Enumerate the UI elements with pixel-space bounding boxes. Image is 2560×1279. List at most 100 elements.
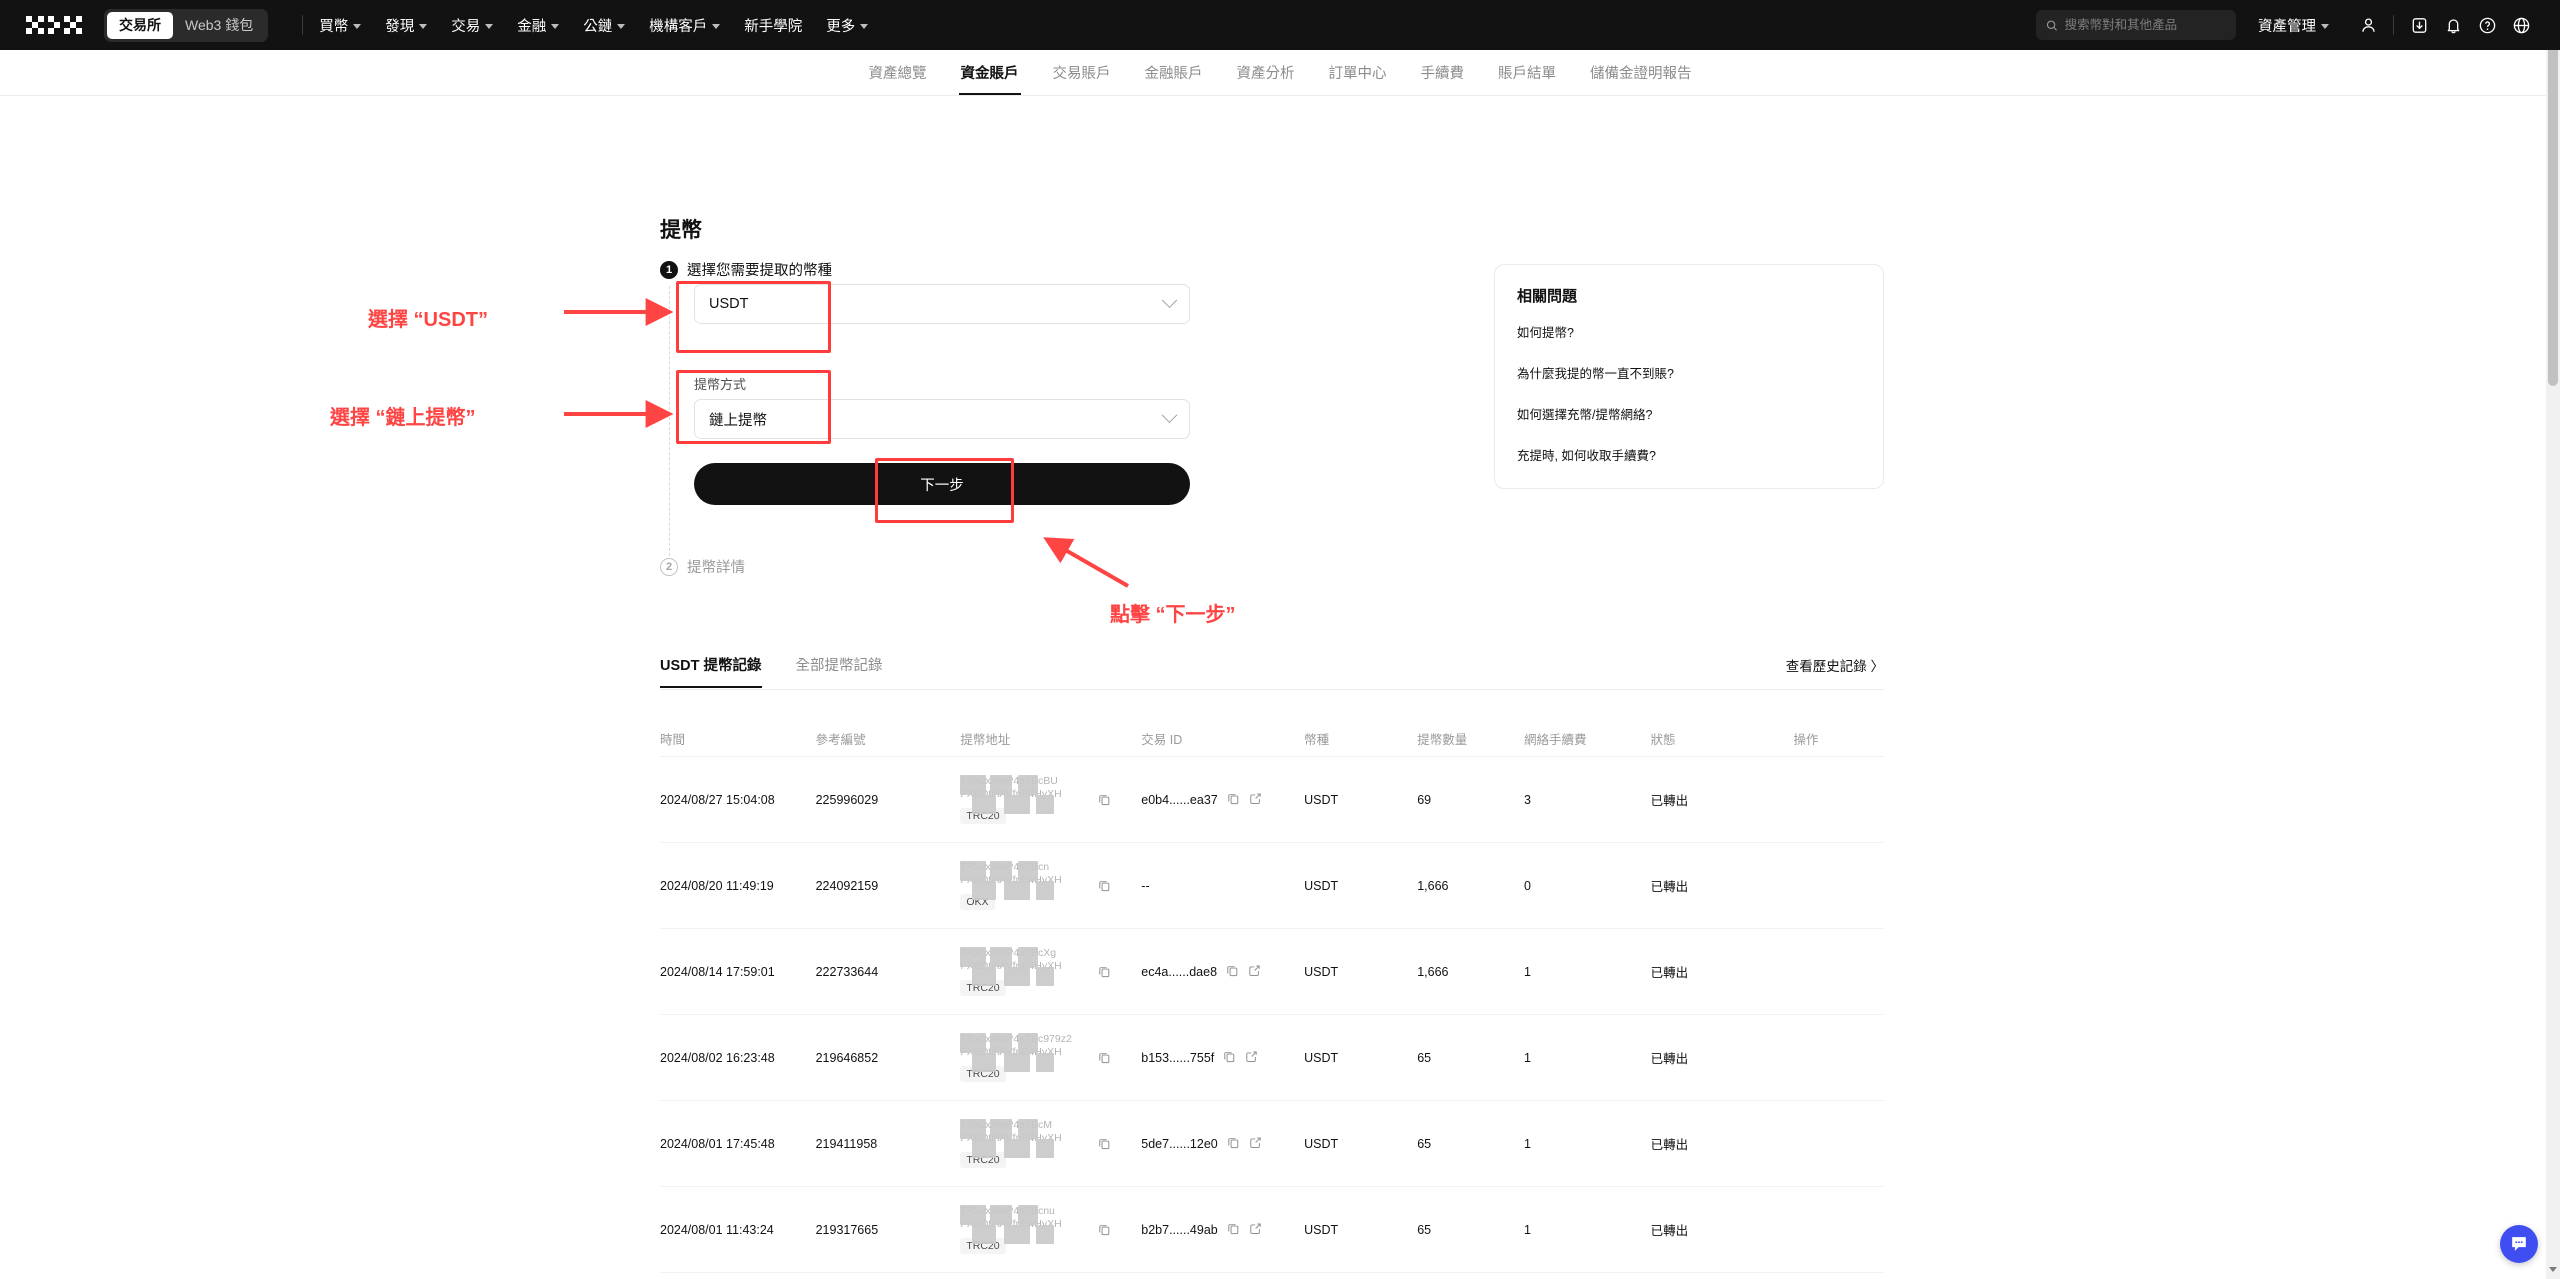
subnav-item-asset-overview[interactable]: 資產總覽 (867, 50, 929, 95)
cell-address: TRx0xAMP4a7Bcn FXBDtihAVfnE4HyXH OKX (960, 860, 1141, 911)
open-explorer-icon[interactable] (1249, 792, 1262, 808)
bell-icon[interactable] (2436, 8, 2470, 42)
okx-logo[interactable] (26, 16, 82, 34)
copy-txid-icon[interactable] (1227, 1136, 1240, 1152)
segment-exchange[interactable]: 交易所 (107, 11, 173, 39)
scroll-down-icon[interactable] (2549, 1267, 2557, 1272)
copy-txid-icon[interactable] (1223, 1050, 1236, 1066)
copy-address-icon[interactable] (1098, 879, 1111, 895)
menu-item-discover[interactable]: 發現 (385, 15, 428, 36)
withdrawal-records-table: 時間 參考編號 提幣地址 交易 ID 幣種 提幣數量 網絡手續費 狀態 操作 2… (660, 721, 1884, 1279)
chat-bubble-icon (2512, 1237, 2526, 1251)
download-icon[interactable] (2402, 8, 2436, 42)
tab-all-withdrawal-records[interactable]: 全部提幣記錄 (796, 654, 883, 688)
cell-address: TRx0xAMP4a7BcM FXBDtihAVfnE4HyXH TRC20 (960, 1118, 1141, 1169)
search-input[interactable] (2064, 18, 2226, 32)
menu-item-more[interactable]: 更多 (826, 15, 869, 36)
withdraw-method-select[interactable]: 鏈上提幣 (694, 399, 1190, 439)
search-box[interactable] (2036, 10, 2236, 40)
tab-usdt-withdrawal-records[interactable]: USDT 提幣記錄 (660, 654, 762, 688)
open-explorer-icon[interactable] (1249, 1136, 1262, 1152)
table-row: 2024/08/01 11:43:24 219317665 TRx0xAMP4a… (660, 1187, 1884, 1273)
subnav-item-trading-account[interactable]: 交易賬戶 (1051, 50, 1113, 95)
coin-select-value: USDT (709, 296, 749, 312)
column-header-status: 狀態 (1650, 733, 1676, 747)
chevron-down-icon (617, 23, 626, 29)
subnav-item-reserve-proof[interactable]: 儲備金證明報告 (1588, 50, 1694, 95)
nav-divider-2 (2393, 15, 2394, 35)
masked-address: TRx0xAMP4a7BcBU FXBDtihAVfnE4HyXH (960, 774, 1092, 814)
cell-time: 2024/08/14 17:59:01 (660, 964, 775, 979)
platform-switch[interactable]: 交易所 Web3 錢包 (104, 8, 269, 42)
chevron-down-icon (353, 23, 362, 29)
menu-item-finance[interactable]: 金融 (517, 15, 560, 36)
cell-amount: 65 (1417, 1050, 1432, 1065)
menu-label: 發現 (385, 18, 415, 35)
menu-item-institutional[interactable]: 機構客戶 (649, 15, 721, 36)
table-row: 2024/08/27 15:04:08 225996029 TRx0xAMP4a… (660, 757, 1884, 843)
faq-item-fees[interactable]: 充提時, 如何收取手續費? (1517, 445, 1861, 464)
cell-time: 2024/08/20 11:49:19 (660, 878, 774, 893)
open-explorer-icon[interactable] (1249, 1222, 1262, 1238)
step-connector-line (669, 286, 670, 566)
profile-icon[interactable] (2351, 8, 2385, 42)
copy-address-icon[interactable] (1098, 1137, 1111, 1153)
chevron-down-icon (2321, 23, 2329, 29)
segment-web3-wallet[interactable]: Web3 錢包 (173, 12, 265, 39)
cell-network-fee: 1 (1523, 964, 1531, 979)
nav-divider (302, 15, 304, 35)
column-header-coin: 幣種 (1304, 733, 1330, 747)
menu-item-trade[interactable]: 交易 (451, 15, 494, 36)
globe-icon[interactable] (2504, 8, 2538, 42)
coin-select[interactable]: USDT (694, 284, 1190, 324)
tabs-underline-rule (660, 689, 1884, 690)
cell-coin: USDT (1304, 1050, 1339, 1065)
chevron-down-icon (485, 23, 494, 29)
cell-amount: 65 (1417, 1222, 1432, 1237)
cell-network-fee: 1 (1523, 1050, 1531, 1065)
cell-txid: -- (1141, 879, 1304, 893)
column-header-network-fee: 網絡手續費 (1523, 733, 1587, 747)
faq-item-choose-network[interactable]: 如何選擇充幣/提幣網絡? (1517, 404, 1861, 423)
subnav-item-asset-analysis[interactable]: 資產分析 (1235, 50, 1297, 95)
scrollbar-thumb[interactable] (2548, 26, 2558, 386)
copy-txid-icon[interactable] (1227, 792, 1240, 808)
help-icon[interactable] (2470, 8, 2504, 42)
cell-address: TRx0xAMP4a7Bcnu FXBDtihAVfnE4HyXH TRC20 (960, 1204, 1141, 1255)
copy-address-icon[interactable] (1098, 793, 1111, 809)
cell-txid: b2b7......49ab (1141, 1222, 1304, 1238)
copy-address-icon[interactable] (1098, 1223, 1111, 1239)
menu-label: 機構客戶 (649, 18, 708, 35)
coin-select-group: USDT (694, 284, 1190, 324)
subnav-item-funding-account[interactable]: 資金賬戶 (958, 50, 1021, 95)
column-header-address: 提幣地址 (960, 733, 1011, 747)
copy-txid-icon[interactable] (1226, 964, 1239, 980)
open-explorer-icon[interactable] (1248, 964, 1261, 980)
masked-address: TRx0xAMP4a7Bc979z2 FXBDtihAVfnE4HyXH (960, 1032, 1092, 1072)
step-2-number: 2 (660, 557, 678, 576)
subnav-item-financial-account[interactable]: 金融賬戶 (1143, 50, 1205, 95)
asset-management-menu[interactable]: 資產管理 (2258, 15, 2329, 36)
page-scrollbar[interactable] (2546, 0, 2560, 1279)
menu-item-academy[interactable]: 新手學院 (744, 15, 802, 36)
copy-address-icon[interactable] (1098, 965, 1111, 981)
copy-txid-icon[interactable] (1227, 1222, 1240, 1238)
cell-txid: b153......755f (1141, 1050, 1304, 1066)
subnav-item-order-center[interactable]: 訂單中心 (1327, 50, 1389, 95)
faq-item-not-arrived[interactable]: 為什麼我提的幣一直不到賬? (1517, 363, 1861, 382)
column-header-amount: 提幣數量 (1417, 733, 1468, 747)
chevron-down-icon (1161, 291, 1178, 308)
view-history-link[interactable]: 查看歷史記錄 〉 (1786, 655, 1884, 675)
menu-item-buy-crypto[interactable]: 買幣 (319, 15, 362, 36)
copy-address-icon[interactable] (1098, 1051, 1111, 1067)
txid-text: b2b7......49ab (1141, 1222, 1218, 1237)
chevron-down-icon (419, 23, 428, 29)
menu-item-public-chain[interactable]: 公鏈 (583, 15, 626, 36)
chat-support-button[interactable] (2500, 1225, 2538, 1263)
subnav-item-fees[interactable]: 手續費 (1419, 50, 1467, 95)
subnav-item-account-statement[interactable]: 賬戶結單 (1496, 50, 1558, 95)
next-step-button[interactable]: 下一步 (694, 463, 1190, 505)
faq-item-how-to-withdraw[interactable]: 如何提幣? (1517, 322, 1861, 341)
account-subnav: 資產總覽 資金賬戶 交易賬戶 金融賬戶 資產分析 訂單中心 手續費 賬戶結單 儲… (0, 50, 2560, 96)
open-explorer-icon[interactable] (1245, 1050, 1258, 1066)
